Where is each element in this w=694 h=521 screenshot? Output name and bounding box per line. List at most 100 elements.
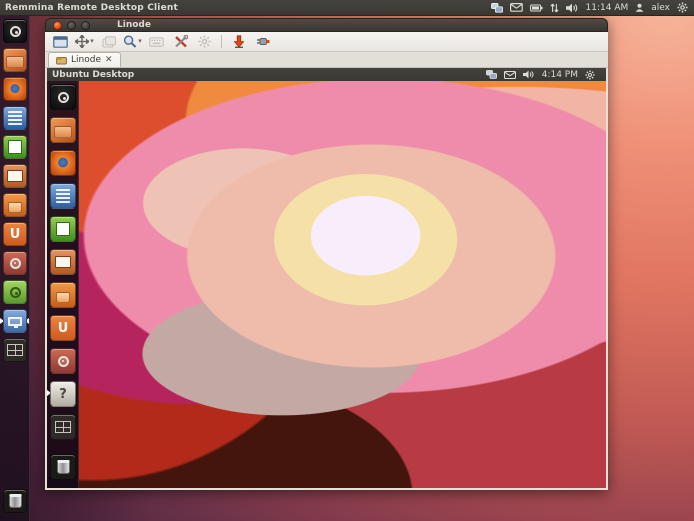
remote-launcher-item-libreoffice-writer[interactable] — [47, 183, 78, 209]
launcher-item-system-settings[interactable] — [0, 251, 29, 277]
minimize-button[interactable] — [67, 21, 76, 30]
pan-dropdown-caret[interactable]: ▾ — [90, 38, 94, 45]
remote-launcher-item-system-settings[interactable] — [47, 348, 78, 374]
disconnect-button[interactable] — [228, 33, 249, 50]
folder-icon — [3, 48, 27, 72]
ubuntu-logo-icon — [3, 19, 27, 43]
launcher-item-workspace-switcher[interactable] — [0, 338, 29, 364]
battery-icon[interactable] — [530, 4, 543, 12]
tab-linode[interactable]: Linode ✕ — [48, 52, 121, 67]
ubuntu-one-icon: U — [3, 222, 27, 246]
tab-connection-icon — [56, 56, 67, 65]
tab-label: Linode — [71, 55, 101, 65]
remmina-icon — [3, 309, 27, 333]
host-indicator-area: 11:14 AM alex — [491, 2, 694, 13]
launcher-item-trash[interactable] — [0, 489, 29, 515]
launcher-item-libreoffice-impress[interactable] — [0, 164, 29, 190]
remote-launcher-item-unknown-app[interactable]: ? — [47, 381, 78, 407]
maximize-button[interactable] — [81, 21, 90, 30]
host-clock[interactable]: 11:14 AM — [586, 3, 629, 13]
software-center-icon — [3, 193, 27, 217]
remote-network-icon[interactable] — [486, 70, 497, 79]
user-icon[interactable] — [635, 3, 644, 12]
remote-volume-icon[interactable] — [523, 70, 535, 79]
window-title: Linode — [117, 20, 151, 30]
settings-gear-icon — [50, 348, 76, 374]
remote-launcher-item-dash-home[interactable] — [47, 84, 78, 110]
remote-launcher-item-trash[interactable] — [47, 454, 78, 480]
launcher-item-firefox[interactable] — [0, 77, 29, 103]
impress-icon — [3, 164, 27, 188]
session-gear-icon[interactable] — [677, 2, 688, 13]
remote-session-view: Ubuntu Desktop 4:14 PM — [45, 68, 608, 490]
remote-launcher-item-libreoffice-calc[interactable] — [47, 216, 78, 242]
trash-icon — [50, 454, 76, 480]
scaled-mode-button[interactable] — [98, 33, 119, 50]
window-titlebar[interactable]: Linode — [45, 18, 608, 32]
remote-mail-icon[interactable] — [504, 71, 516, 79]
impress-icon — [50, 249, 76, 275]
launcher-item-ubuntu-one[interactable]: U — [0, 222, 29, 248]
remote-wallpaper — [47, 81, 606, 488]
calc-icon — [3, 135, 27, 159]
unknown-app-icon: ? — [50, 381, 76, 407]
host-top-panel: Remmina Remote Desktop Client 11:14 AM a… — [0, 0, 694, 16]
tab-close-icon[interactable]: ✕ — [105, 55, 113, 65]
remote-top-panel: Ubuntu Desktop 4:14 PM — [47, 68, 606, 81]
calc-icon — [50, 216, 76, 242]
remote-launcher-item-libreoffice-impress[interactable] — [47, 249, 78, 275]
remote-session-gear-icon[interactable] — [585, 70, 595, 80]
software-center-icon — [50, 282, 76, 308]
launcher-item-home-folder[interactable] — [0, 48, 29, 74]
workspace-switcher-icon — [3, 338, 27, 362]
ubuntu-logo-icon — [50, 84, 76, 110]
launcher-item-libreoffice-calc[interactable] — [0, 135, 29, 161]
writer-icon — [3, 106, 27, 130]
launcher-item-dash-home[interactable] — [0, 19, 29, 45]
launcher-item-remmina[interactable] — [0, 309, 29, 335]
zoom-dropdown-caret[interactable]: ▾ — [138, 38, 142, 45]
pan-button[interactable]: ▾ — [74, 33, 95, 50]
launcher-item-software-center[interactable] — [0, 193, 29, 219]
sync-arrows-icon[interactable] — [550, 3, 559, 13]
plug-button[interactable] — [252, 33, 273, 50]
remote-launcher-item-ubuntu-one[interactable]: U — [47, 315, 78, 341]
close-button[interactable] — [53, 21, 62, 30]
firefox-icon — [50, 150, 76, 176]
remote-panel-title[interactable]: Ubuntu Desktop — [52, 70, 134, 80]
workspace-switcher-icon — [50, 414, 76, 440]
remmina-window: Linode ▾ ▾ — [45, 18, 608, 490]
preferences-button[interactable] — [194, 33, 215, 50]
username[interactable]: alex — [651, 3, 670, 13]
launcher-item-green-app[interactable] — [0, 280, 29, 306]
remote-clock[interactable]: 4:14 PM — [542, 70, 578, 80]
zoom-button[interactable]: ▾ — [122, 33, 143, 50]
keyboard-grab-button[interactable] — [146, 33, 167, 50]
remmina-tabbar: Linode ✕ — [45, 52, 608, 68]
remote-launcher-item-home-folder[interactable] — [47, 117, 78, 143]
volume-icon[interactable] — [566, 3, 579, 13]
writer-icon — [50, 183, 76, 209]
tools-button[interactable] — [170, 33, 191, 50]
ubuntu-one-icon: U — [50, 315, 76, 341]
firefox-icon — [3, 77, 27, 101]
remote-launcher-item-workspace-switcher[interactable] — [47, 414, 78, 440]
network-icon[interactable] — [491, 3, 503, 13]
remmina-toolbar: ▾ ▾ — [45, 32, 608, 52]
toolbar-separator — [221, 35, 222, 48]
host-unity-launcher: U — [0, 16, 30, 521]
mail-icon[interactable] — [510, 3, 523, 12]
fullscreen-button[interactable] — [50, 33, 71, 50]
remote-launcher-item-software-center[interactable] — [47, 282, 78, 308]
green-circle-app-icon — [3, 280, 27, 304]
active-app-title: Remmina Remote Desktop Client — [0, 3, 178, 13]
desktop: Remmina Remote Desktop Client 11:14 AM a… — [0, 0, 694, 521]
remote-desktop: U ? — [47, 81, 606, 488]
launcher-item-libreoffice-writer[interactable] — [0, 106, 29, 132]
folder-icon — [50, 117, 76, 143]
remote-unity-launcher: U ? — [47, 81, 79, 488]
remote-launcher-item-firefox[interactable] — [47, 150, 78, 176]
remote-indicator-area: 4:14 PM — [486, 70, 601, 80]
settings-gear-icon — [3, 251, 27, 275]
trash-icon — [3, 489, 27, 513]
